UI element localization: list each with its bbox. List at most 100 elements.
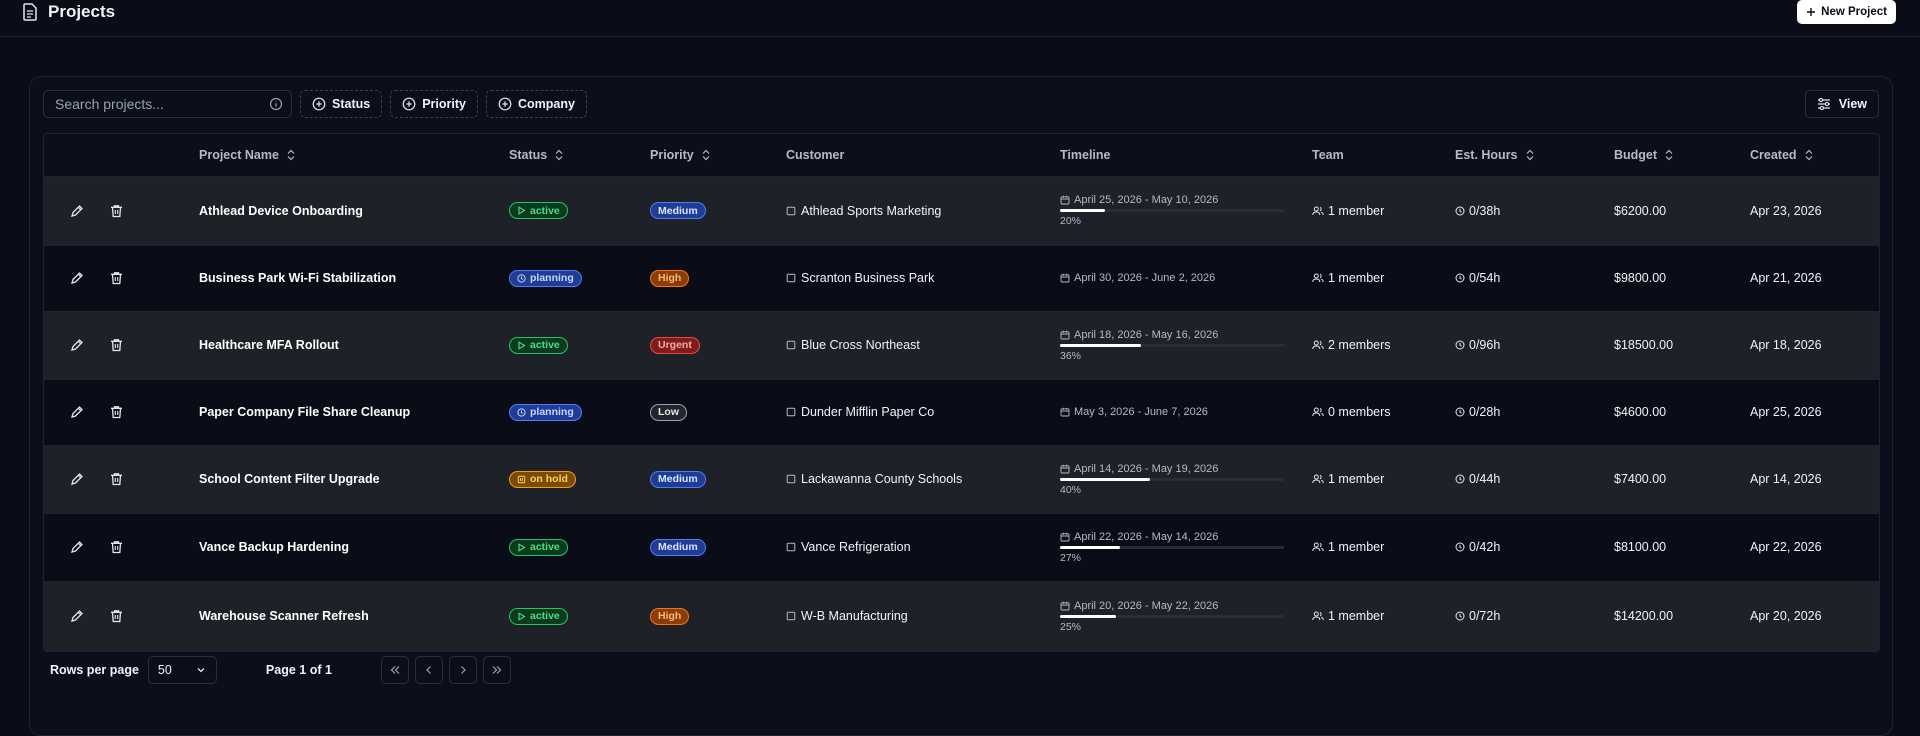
rows-per-page-select[interactable]: 50 [147, 656, 217, 684]
users-icon [1312, 474, 1324, 484]
customer-name: Vance Refrigeration [801, 540, 911, 554]
search-input[interactable] [55, 96, 255, 112]
calendar-icon [1060, 273, 1070, 283]
trash-icon[interactable] [110, 609, 123, 623]
header-label: Priority [650, 147, 694, 162]
trash-icon[interactable] [110, 405, 123, 419]
priority-cell: Medium [650, 513, 786, 581]
view-label: View [1838, 97, 1867, 111]
top-bar: Projects New Project [0, 0, 1920, 37]
clock-icon [1455, 206, 1465, 216]
table-header-row: Project Name Status Priority Customer Ti… [44, 134, 1879, 177]
project-name[interactable]: Paper Company File Share Cleanup [199, 379, 509, 445]
project-name[interactable]: Vance Backup Hardening [199, 513, 509, 581]
edit-icon[interactable] [70, 405, 84, 419]
trash-icon[interactable] [110, 338, 123, 352]
last-page-button[interactable] [482, 656, 511, 684]
row-actions-cell [44, 245, 199, 311]
filter-company-button[interactable]: Company [485, 90, 587, 118]
project-name[interactable]: Business Park Wi-Fi Stabilization [199, 245, 509, 311]
progress-fill [1060, 209, 1105, 212]
progress-fill [1060, 343, 1141, 347]
trash-icon[interactable] [110, 472, 123, 486]
first-page-button[interactable] [380, 656, 409, 684]
status-cell: active [509, 581, 650, 651]
sort-icon[interactable] [286, 149, 296, 161]
edit-icon[interactable] [70, 472, 84, 486]
filter-status-button[interactable]: Status [300, 90, 383, 118]
view-button[interactable]: View [1804, 90, 1879, 118]
search-box[interactable] [43, 90, 292, 118]
sort-icon[interactable] [1664, 149, 1674, 161]
priority-badge: Medium [650, 202, 706, 219]
clock-icon [1455, 407, 1465, 417]
team-cell: 1 member [1312, 176, 1455, 245]
previous-page-button[interactable] [414, 656, 443, 684]
customer-cell: Blue Cross Northeast [786, 311, 1060, 379]
project-name[interactable]: School Content Filter Upgrade [199, 445, 509, 513]
header-label: Created [1750, 147, 1797, 162]
table-row[interactable]: Warehouse Scanner Refresh active High W-… [44, 581, 1879, 651]
play-icon [517, 611, 526, 621]
table-row[interactable]: Healthcare MFA Rollout active Urgent Blu… [44, 311, 1879, 379]
header-status[interactable]: Status [509, 134, 650, 177]
sort-icon[interactable] [1804, 149, 1814, 161]
edit-icon[interactable] [70, 271, 84, 285]
header-created[interactable]: Created [1750, 134, 1879, 177]
sort-icon[interactable] [554, 149, 564, 161]
project-name[interactable]: Warehouse Scanner Refresh [199, 581, 509, 651]
table-row[interactable]: Paper Company File Share Cleanup plannin… [44, 379, 1879, 445]
edit-icon[interactable] [70, 540, 84, 554]
users-icon [1312, 542, 1324, 552]
timeline-dates: May 3, 2026 - June 7, 2026 [1074, 406, 1208, 418]
info-icon[interactable] [269, 97, 283, 111]
sort-icon[interactable] [701, 149, 711, 161]
projects-panel: Status Priority Company View Project Nam… [29, 76, 1893, 736]
filter-company-label: Company [517, 97, 575, 111]
new-project-button[interactable]: New Project [1797, 0, 1896, 24]
trash-icon[interactable] [110, 271, 123, 285]
est-hours: 0/38h [1469, 203, 1501, 218]
sort-icon[interactable] [1525, 149, 1535, 161]
trash-icon[interactable] [110, 540, 123, 554]
table-row[interactable]: Business Park Wi-Fi Stabilization planni… [44, 245, 1879, 311]
project-name[interactable]: Healthcare MFA Rollout [199, 311, 509, 379]
rows-per-page-value: 50 [157, 663, 172, 677]
status-text: on hold [530, 473, 568, 485]
customer-cell: Vance Refrigeration [786, 513, 1060, 581]
edit-icon[interactable] [70, 204, 84, 218]
priority-badge: Medium [650, 538, 706, 556]
customer-name: Scranton Business Park [801, 271, 935, 285]
team-count: 1 member [1328, 540, 1385, 554]
header-priority[interactable]: Priority [650, 134, 786, 177]
status-cell: active [509, 176, 650, 245]
trash-icon[interactable] [110, 204, 123, 218]
edit-icon[interactable] [70, 609, 84, 623]
status-text: active [530, 610, 560, 623]
project-name[interactable]: Athlead Device Onboarding [199, 176, 509, 245]
team-cell: 1 member [1312, 513, 1455, 581]
calendar-icon [1060, 330, 1070, 340]
header-budget[interactable]: Budget [1614, 134, 1750, 177]
table-row[interactable]: Athlead Device Onboarding active Medium … [44, 176, 1879, 245]
filter-priority-button[interactable]: Priority [390, 90, 478, 118]
timeline-cell: April 18, 2026 - May 16, 2026 36% [1060, 311, 1312, 379]
progress-fill [1060, 614, 1116, 618]
building-icon [786, 206, 796, 216]
document-icon [22, 3, 38, 21]
users-icon [1312, 407, 1324, 417]
table-row[interactable]: Vance Backup Hardening active Medium Van… [44, 513, 1879, 581]
timeline-cell: April 20, 2026 - May 22, 2026 25% [1060, 581, 1312, 651]
header-est-hours[interactable]: Est. Hours [1455, 134, 1614, 177]
status-cell: active [509, 311, 650, 379]
customer-cell: Dunder Mifflin Paper Co [786, 379, 1060, 445]
calendar-icon [1060, 407, 1070, 417]
users-icon [1312, 340, 1324, 350]
progress-percent: 27% [1060, 551, 1082, 564]
next-page-button[interactable] [448, 656, 477, 684]
plus-circle-icon [312, 97, 326, 111]
header-project-name[interactable]: Project Name [199, 134, 509, 177]
table-row[interactable]: School Content Filter Upgrade on hold Me… [44, 445, 1879, 513]
edit-icon[interactable] [70, 338, 84, 352]
created-date: Apr 21, 2026 [1750, 271, 1822, 285]
